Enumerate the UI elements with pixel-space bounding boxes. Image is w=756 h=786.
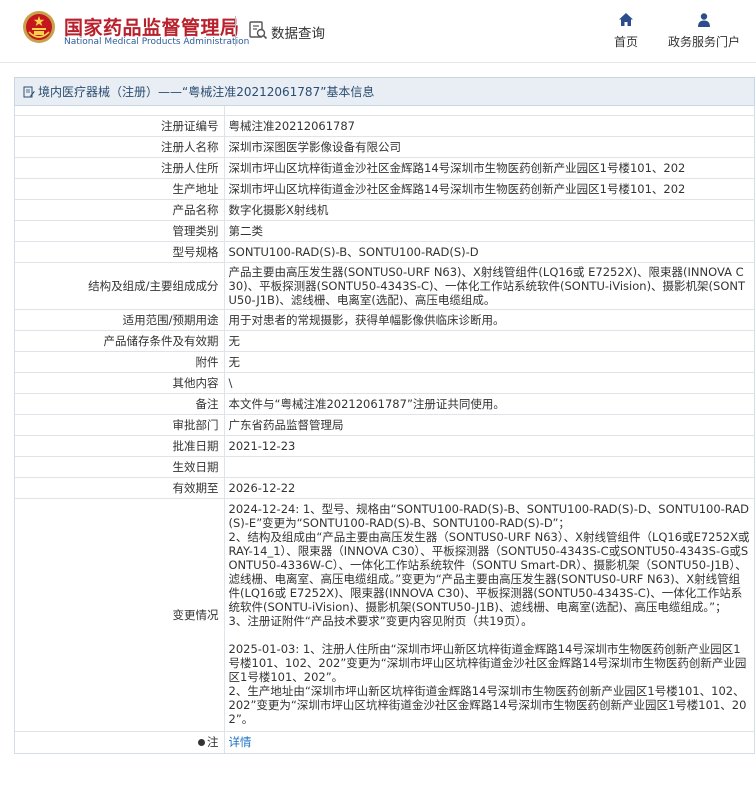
field-label: 型号规格 — [15, 240, 225, 262]
field-value: 深圳市坪山区坑梓街道金沙社区金辉路14号深圳市生物医药创新产业园区1号楼101、… — [224, 177, 754, 199]
change-entry: 2024-12-24: 1、型号、规格由“SONTU100-RAD(S)-B、S… — [228, 501, 750, 628]
field-label: 生效日期 — [15, 455, 225, 477]
field-value: 粤械注准20212061787 — [224, 114, 754, 136]
details-link[interactable]: 详情 — [229, 735, 252, 749]
field-value: 第二类 — [224, 219, 754, 241]
field-label: 注册证编号 — [15, 114, 225, 136]
nav-service-label: 政务服务门户 — [667, 35, 740, 49]
detail-table: 注册证编号 粤械注准20212061787 注册人名称 深圳市深图医学影像设备有限公司… — [14, 106, 755, 754]
change-entry: 2025-01-03: 1、注册人住所由“深圳市坪山新区坑梓街道金辉路14号深圳… — [228, 641, 747, 726]
field-value: 广东省药品监督管理局 — [224, 413, 754, 435]
table-row: 管理类别 第二类 — [15, 219, 754, 241]
table-row: 有效期至 2026-12-22 — [15, 476, 754, 498]
bullet-icon — [198, 739, 205, 747]
field-label: 备注 — [15, 392, 225, 414]
field-label: 其他内容 — [15, 371, 225, 393]
data-query-label[interactable]: 数据查询 — [271, 22, 325, 42]
table-row: 批准日期 2021-12-23 — [15, 434, 754, 456]
nav-home[interactable]: 首页 — [606, 12, 646, 50]
field-value: 2026-12-22 — [224, 476, 754, 498]
field-label: 结构及组成/主要组成成分 — [15, 261, 225, 309]
field-label: 产品储存条件及有效期 — [15, 329, 225, 351]
field-value: \ — [224, 371, 754, 393]
field-value: 产品主要由高压发生器(SONTUS0-URF N63)、X射线管组件(LQ16或… — [224, 261, 754, 309]
nav-service-portal[interactable]: 政务服务门户 — [662, 12, 746, 50]
home-icon — [619, 13, 633, 26]
table-row: 注册人名称 深圳市深图医学影像设备有限公司 — [15, 135, 754, 157]
site-header: 国家药品监督管理局 National Medical Products Admi… — [0, 0, 756, 63]
spacer-cell — [15, 106, 225, 115]
change-history-value: 2024-12-24: 1、型号、规格由“SONTU100-RAD(S)-B、S… — [224, 497, 754, 731]
table-row: 生效日期 — [15, 455, 754, 477]
field-value: 深圳市坪山区坑梓街道金沙社区金辉路14号深圳市生物医药创新产业园区1号楼101、… — [224, 156, 754, 178]
table-row: 注册人住所 深圳市坪山区坑梓街道金沙社区金辉路14号深圳市生物医药创新产业园区1号… — [15, 156, 754, 178]
table-row: 附件无 — [15, 350, 754, 372]
table-row: 注册证编号 粤械注准20212061787 — [15, 114, 754, 136]
field-label: 批准日期 — [15, 434, 225, 456]
document-edit-icon — [23, 86, 35, 97]
table-row: 适用范围/预期用途 用于对患者的常规摄影，获得单幅影像供临床诊断用。 — [15, 308, 754, 330]
field-label: 附件 — [15, 350, 225, 372]
detail-title-bar: 境内医疗器械（注册）——“粤械注准20212061787”基本信息 — [14, 77, 755, 106]
field-value: SONTU100-RAD(S)-B、SONTU100-RAD(S)-D — [224, 240, 754, 262]
field-label: 生产地址 — [15, 177, 225, 199]
table-row: 生产地址 深圳市坪山区坑梓街道金沙社区金辉路14号深圳市生物医药创新产业园区1号楼… — [15, 177, 754, 199]
field-value: 本文件与“粤械注准20212061787”注册证共同使用。 — [224, 392, 754, 414]
detail-title: 境内医疗器械（注册）——“粤械注准20212061787”基本信息 — [38, 85, 375, 99]
note-label-cell: 注 — [15, 730, 225, 753]
field-value: 深圳市深图医学影像设备有限公司 — [224, 135, 754, 157]
data-query-icon — [249, 21, 268, 40]
note-label: 注 — [207, 735, 219, 750]
header-gap — [0, 63, 756, 77]
nav-home-label: 首页 — [613, 35, 638, 49]
note-value: 详情 — [224, 730, 754, 753]
table-row: 备注 本文件与“粤械注准20212061787”注册证共同使用。 — [15, 392, 754, 414]
table-row: 产品储存条件及有效期无 — [15, 329, 754, 351]
table-row: 其他内容 \ — [15, 371, 754, 393]
logo-title-en: National Medical Products Administration — [64, 37, 250, 47]
logo-title-cn: 国家药品监督管理局 — [64, 17, 240, 39]
table-row: 审批部门 广东省药品监督管理局 — [15, 413, 754, 435]
field-label: 注册人名称 — [15, 135, 225, 157]
field-label: 适用范围/预期用途 — [15, 308, 225, 330]
field-value — [224, 455, 754, 477]
spacer-cell — [224, 106, 754, 115]
header-divider — [235, 16, 236, 46]
field-label: 变更情况 — [15, 497, 225, 731]
field-label: 注册人住所 — [15, 156, 225, 178]
field-value: 2021-12-23 — [224, 434, 754, 456]
note-row: 注详情 — [15, 730, 754, 753]
field-label: 管理类别 — [15, 219, 225, 241]
table-top-spacer — [15, 106, 754, 115]
field-value: 无 — [224, 350, 754, 372]
field-value: 无 — [224, 329, 754, 351]
field-label: 有效期至 — [15, 476, 225, 498]
field-label: 产品名称 — [15, 198, 225, 220]
field-value: 用于对患者的常规摄影，获得单幅影像供临床诊断用。 — [224, 308, 754, 330]
table-row: 产品名称 数字化摄影X射线机 — [15, 198, 754, 220]
field-label: 审批部门 — [15, 413, 225, 435]
field-value: 数字化摄影X射线机 — [224, 198, 754, 220]
user-icon — [698, 13, 710, 27]
table-row: 结构及组成/主要组成成分 产品主要由高压发生器(SONTUS0-URF N63)、… — [15, 261, 754, 309]
table-row: 型号规格 SONTU100-RAD(S)-B、SONTU100-RAD(S)-D — [15, 240, 754, 262]
change-history-row: 变更情况 2024-12-24: 1、型号、规格由“SONTU100-RAD(S)… — [15, 497, 754, 731]
national-emblem-icon — [23, 11, 55, 43]
